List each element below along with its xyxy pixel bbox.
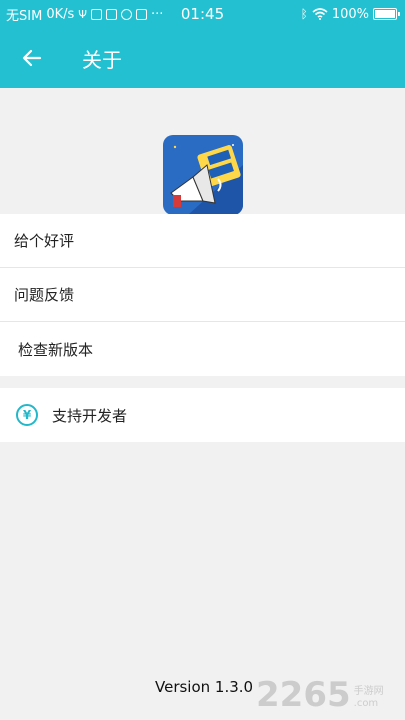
more-dots-icon: ··· <box>150 6 164 22</box>
watermark-site-bottom: .com <box>353 698 379 709</box>
notification-icon <box>105 8 117 20</box>
watermark-site: 手游网 .com <box>354 686 384 710</box>
yen-glyph: ¥ <box>22 408 32 422</box>
support-developer-label: 支持开发者 <box>52 406 128 425</box>
check-update-label: 检查新版本 <box>18 340 94 359</box>
bluetooth-icon: ᛒ <box>300 7 308 21</box>
battery-percent: 100% <box>331 6 369 22</box>
check-update-item[interactable]: 检查新版本 <box>0 322 405 376</box>
watermark-site-top: 手游网 <box>353 686 384 697</box>
wifi-icon <box>312 8 328 20</box>
image-notification-icon <box>90 8 102 20</box>
app-bar: 无SIM 0K/s Ψ ··· 01:45 ᛒ 100% 关于 <box>0 0 405 88</box>
page-title: 关于 <box>82 47 122 72</box>
status-right: ᛒ 100% <box>300 6 400 22</box>
feedback-item[interactable]: 问题反馈 <box>0 268 405 322</box>
yen-icon: ¥ <box>16 404 38 426</box>
support-developer-item[interactable]: ¥ 支持开发者 <box>0 388 405 442</box>
rate-app-item[interactable]: 给个好评 <box>0 214 405 268</box>
watermark-number: 2265 <box>256 675 351 715</box>
status-left: 无SIM 0K/s Ψ ··· <box>6 5 163 24</box>
qq-icon <box>120 8 132 20</box>
usb-icon: Ψ <box>78 7 87 21</box>
arrow-left-icon <box>22 49 42 67</box>
rate-app-label: 给个好评 <box>14 232 75 250</box>
menu-list: 给个好评 问题反馈 检查新版本 <box>0 214 405 376</box>
feedback-label: 问题反馈 <box>14 286 75 304</box>
status-time: 01:45 <box>180 5 225 23</box>
app-logo <box>163 135 243 215</box>
network-speed: 0K/s <box>46 6 75 22</box>
battery-icon <box>373 8 400 20</box>
status-bar: 无SIM 0K/s Ψ ··· 01:45 ᛒ 100% <box>0 0 405 28</box>
version-text: Version 1.3.0 <box>155 678 254 696</box>
site-watermark: 2265 手游网 .com <box>256 668 401 712</box>
toolbar: 关于 <box>0 28 405 88</box>
back-button[interactable] <box>2 28 62 88</box>
carrier-text: 无SIM <box>6 8 43 24</box>
app-notification-icon <box>135 8 147 20</box>
